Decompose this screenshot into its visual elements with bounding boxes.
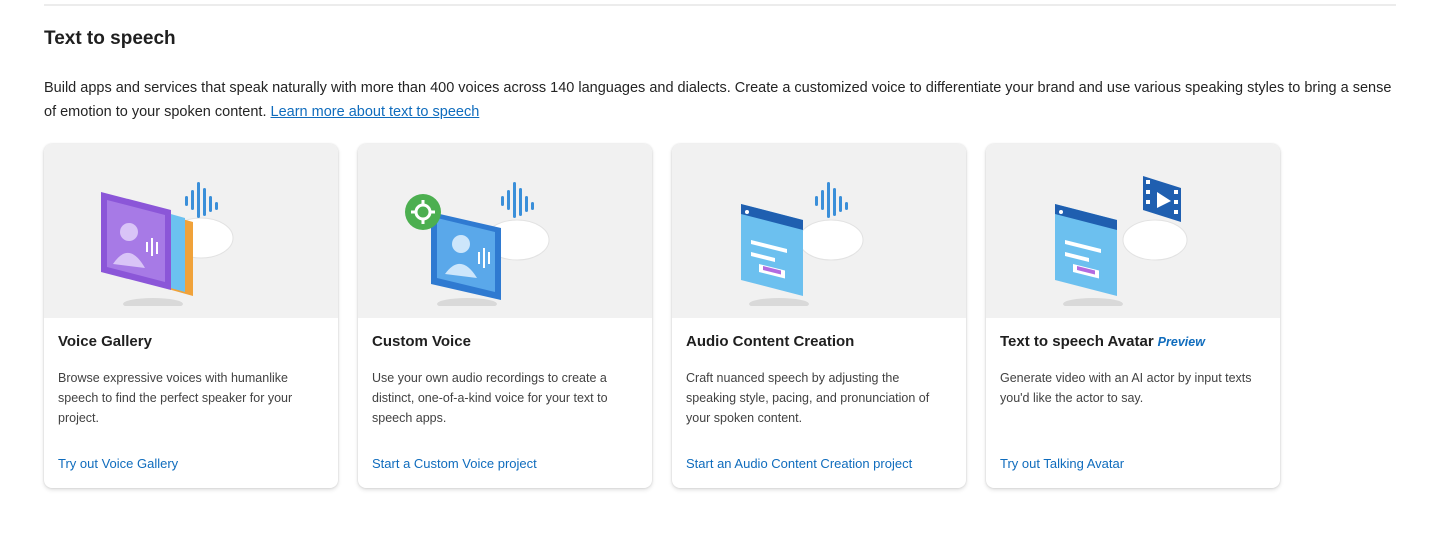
audio-content-creation-illustration [672,144,966,318]
section-title: Text to speech [44,28,176,49]
card-custom-voice[interactable]: Custom Voice Use your own audio recordin… [358,144,652,488]
voice-gallery-illustration [44,144,338,318]
try-talking-avatar-link[interactable]: Try out Talking Avatar [1000,455,1124,473]
card-title: Custom Voice [372,333,471,350]
try-voice-gallery-link[interactable]: Try out Voice Gallery [58,455,178,473]
card-description: Craft nuanced speech by adjusting the sp… [686,371,930,425]
card-title: Voice Gallery [58,333,152,350]
card-title: Text to speech Avatar Preview [1000,332,1266,352]
card-voice-gallery[interactable]: Voice Gallery Browse expressive voices w… [44,144,338,488]
card-title: Audio Content Creation [686,333,855,350]
feature-cards: Voice Gallery Browse expressive voices w… [44,144,1280,488]
card-talking-avatar[interactable]: Text to speech Avatar Preview Generate vi… [986,144,1280,488]
card-description: Browse expressive voices with humanlike … [58,371,293,425]
card-audio-content-creation[interactable]: Audio Content Creation Craft nuanced spe… [672,144,966,488]
card-title-text: Text to speech Avatar [1000,333,1154,350]
section-description: Build apps and services that speak natur… [44,76,1404,124]
preview-badge: Preview [1157,335,1205,349]
section-description-text: Build apps and services that speak natur… [44,80,1392,120]
custom-voice-illustration [358,144,652,318]
top-divider [44,4,1396,6]
talking-avatar-illustration [986,144,1280,318]
learn-more-link[interactable]: Learn more about text to speech [271,104,480,120]
card-description: Generate video with an AI actor by input… [1000,371,1252,405]
start-audio-content-creation-link[interactable]: Start an Audio Content Creation project [686,455,912,473]
card-description: Use your own audio recordings to create … [372,371,608,425]
start-custom-voice-link[interactable]: Start a Custom Voice project [372,455,537,473]
